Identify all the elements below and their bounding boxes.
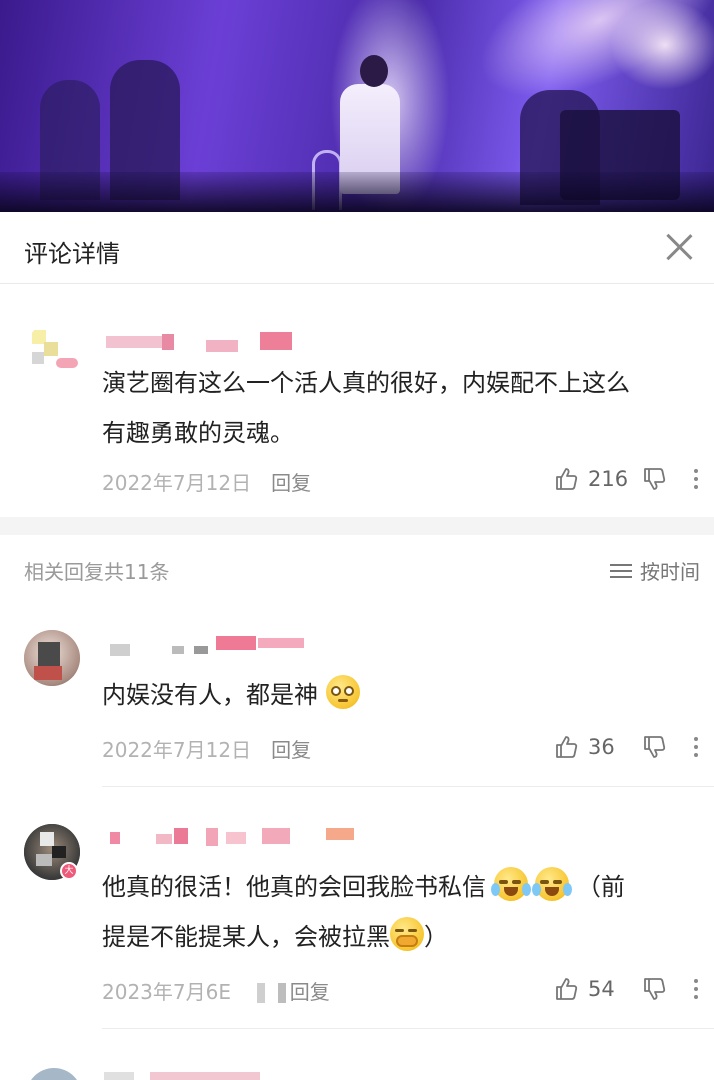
comment-text-line: 有趣勇敢的灵魂。: [102, 419, 294, 447]
reply-separator: [102, 1028, 714, 1029]
sort-button[interactable]: 按时间: [610, 556, 700, 585]
dizzy-face-emoji-icon: [325, 675, 360, 709]
covering-mouth-emoji-icon: [390, 917, 424, 951]
like-count: 36: [588, 735, 615, 759]
thumbs-down-icon[interactable]: [642, 466, 668, 492]
thumbs-up-icon[interactable]: [554, 976, 580, 1002]
more-options-icon[interactable]: [690, 466, 702, 492]
thumbs-up-icon[interactable]: [554, 466, 580, 492]
main-comment: 演艺圈有这么一个活人真的很好，内娱配不上这么 有趣勇敢的灵魂。 2022年7月1…: [0, 284, 714, 517]
comment-actions: 36: [554, 732, 702, 762]
avatar[interactable]: 大: [24, 824, 80, 880]
crying-laughing-emoji-icon: [490, 867, 531, 901]
sort-label: 按时间: [640, 560, 700, 584]
comment-text-segment: 他真的很活！他真的会回我脸书私信: [102, 873, 486, 901]
thumbs-up-icon[interactable]: [554, 734, 580, 760]
comment-date: 2022年7月12日: [102, 471, 252, 495]
vip-badge-icon: 大: [60, 862, 78, 880]
avatar[interactable]: [26, 322, 82, 378]
stage-light: [610, 0, 714, 90]
comment-text: 演艺圈有这么一个活人真的很好，内娱配不上这么 有趣勇敢的灵魂。: [102, 358, 702, 458]
username-redacted[interactable]: [102, 634, 304, 664]
comment-meta: 2023年7月6E 回复: [102, 976, 330, 1005]
crying-laughing-emoji-icon: [532, 867, 573, 901]
more-options-icon[interactable]: [690, 976, 702, 1002]
comment-detail-header: 评论详情: [0, 212, 714, 284]
comment-text-line: 内娱没有人，都是神: [102, 681, 318, 709]
username-redacted[interactable]: [104, 1072, 134, 1080]
comment-text-line: 他真的很活！他真的会回我脸书私信 （前: [102, 862, 702, 912]
comment-text-segment: ）: [424, 923, 448, 951]
reply-item: 大 他真的很活！他真的会回我脸书私信 （前 提是不能提某人，会被拉黑 ） 2023…: [0, 806, 714, 1028]
thumbs-down-icon[interactable]: [642, 976, 668, 1002]
comment-actions: 54: [554, 974, 702, 1004]
redacted-mark: [257, 983, 266, 1003]
comment-text: 内娱没有人，都是神: [102, 670, 702, 720]
like-count: 54: [588, 977, 615, 1001]
stage-floor: [0, 172, 714, 212]
reply-button[interactable]: 回复: [290, 980, 330, 1004]
close-icon[interactable]: [664, 232, 694, 262]
reply-separator: [102, 786, 714, 787]
section-divider: [0, 517, 714, 535]
comment-date: 2023年7月6E: [102, 980, 231, 1004]
comment-text-segment: 提是不能提某人，会被拉黑: [102, 923, 390, 951]
comment-text-line: 演艺圈有这么一个活人真的很好，内娱配不上这么: [102, 369, 630, 397]
page-title: 评论详情: [24, 240, 120, 268]
avatar[interactable]: [26, 1068, 82, 1080]
comment-text-line: 提是不能提某人，会被拉黑 ）: [102, 912, 702, 962]
comment-actions: 216: [554, 464, 702, 494]
like-count: 216: [588, 467, 629, 491]
related-replies-count: 相关回复共11条: [24, 560, 170, 584]
singer-head: [360, 55, 388, 87]
username-redacted[interactable]: [102, 330, 302, 360]
reply-item: 内娱没有人，都是神 2022年7月12日 回复 36: [0, 620, 714, 786]
redacted-mark: [277, 983, 286, 1003]
sort-icon: [610, 562, 632, 580]
comment-meta: 2022年7月12日 回复: [102, 467, 311, 496]
username-redacted[interactable]: [150, 1072, 260, 1080]
reply-item-partial: [0, 1060, 714, 1080]
comment-meta: 2022年7月12日 回复: [102, 734, 311, 763]
thumbs-down-icon[interactable]: [642, 734, 668, 760]
comment-text: 他真的很活！他真的会回我脸书私信 （前 提是不能提某人，会被拉黑 ）: [102, 862, 702, 962]
avatar[interactable]: [24, 630, 80, 686]
comment-text-segment: （前: [576, 873, 625, 901]
video-player[interactable]: [0, 0, 714, 212]
more-options-icon[interactable]: [690, 734, 702, 760]
reply-button[interactable]: 回复: [271, 471, 311, 495]
comment-date: 2022年7月12日: [102, 738, 252, 762]
username-redacted[interactable]: [102, 824, 362, 854]
reply-button[interactable]: 回复: [271, 738, 311, 762]
